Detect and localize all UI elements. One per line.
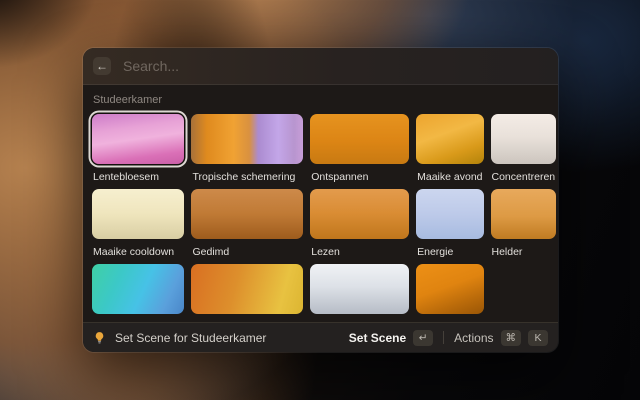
scene-tile[interactable] <box>491 114 557 164</box>
set-scene-button[interactable]: Set Scene <box>349 331 406 345</box>
scene-label: Ontspannen <box>311 171 408 183</box>
command-key-badge: ⌘ <box>501 330 522 346</box>
scene-cell: Savanne zonsonderg… <box>191 264 303 322</box>
scene-label: Helder <box>492 246 556 258</box>
scene-label: Concentreren <box>492 171 556 183</box>
scene-cell: Nachtlampje <box>416 264 483 322</box>
scene-label: Energie <box>417 246 482 258</box>
scene-label: Lentebloesem <box>93 171 183 183</box>
footer-divider <box>443 331 444 344</box>
back-arrow-icon: ← <box>96 60 108 72</box>
scene-tile[interactable] <box>310 264 409 314</box>
scene-tile[interactable] <box>191 264 303 314</box>
scene-label: Gedimd <box>192 246 302 258</box>
scene-cell: Gedimd <box>191 189 303 262</box>
scene-cell: Maaike cooldown <box>92 189 184 262</box>
scene-list-area: Studeerkamer Lentebloesem Tropische sche… <box>83 85 558 322</box>
scene-tile[interactable] <box>416 114 483 164</box>
scene-cell: Energie <box>416 189 483 262</box>
scene-cell: Concentreren <box>491 114 557 187</box>
scene-tile[interactable] <box>92 189 184 239</box>
scene-tile[interactable] <box>310 114 409 164</box>
scene-label: Maaike avond <box>417 171 482 183</box>
scene-cell: Tropische schemering <box>191 114 303 187</box>
k-key-badge: K <box>528 330 548 346</box>
action-bar: Set Scene for Studeerkamer Set Scene ↵ A… <box>83 322 558 352</box>
section-title: Studeerkamer <box>93 94 548 106</box>
lightbulb-icon <box>93 331 106 344</box>
action-bar-left: Set Scene for Studeerkamer <box>93 331 341 345</box>
scene-tile[interactable] <box>416 189 483 239</box>
scene-tile[interactable] <box>92 264 184 314</box>
scene-tile[interactable] <box>310 189 409 239</box>
scene-label: Lezen <box>311 246 408 258</box>
scene-cell: Maaike avond <box>416 114 483 187</box>
actions-button[interactable]: Actions <box>454 331 493 345</box>
scene-cell: Helder <box>491 189 557 262</box>
scene-picker-window: ← Studeerkamer Lentebloesem Tropische sc… <box>83 48 558 352</box>
search-input[interactable] <box>121 57 548 75</box>
back-button[interactable]: ← <box>93 57 111 75</box>
scene-grid: Lentebloesem Tropische schemering Ontspa… <box>92 114 549 322</box>
enter-key-badge: ↵ <box>413 330 433 346</box>
scene-tile[interactable] <box>491 189 557 239</box>
scene-cell: Ontspannen <box>310 114 409 187</box>
scene-label: Tropische schemering <box>192 171 302 183</box>
scene-label: Maaike cooldown <box>93 246 183 258</box>
action-bar-right: Set Scene ↵ Actions ⌘ K <box>349 330 548 346</box>
scene-cell: Lezen <box>310 189 409 262</box>
scene-cell: Maaike aan het werk <box>310 264 409 322</box>
scene-tile[interactable] <box>92 114 184 164</box>
search-bar: ← <box>83 48 558 85</box>
scene-tile[interactable] <box>191 189 303 239</box>
scene-tile[interactable] <box>191 114 303 164</box>
scene-cell: Lentebloesem <box>92 114 184 187</box>
status-hint: Set Scene for Studeerkamer <box>115 331 266 345</box>
scene-cell: Arctische dageraad <box>92 264 184 322</box>
scene-tile[interactable] <box>416 264 483 314</box>
